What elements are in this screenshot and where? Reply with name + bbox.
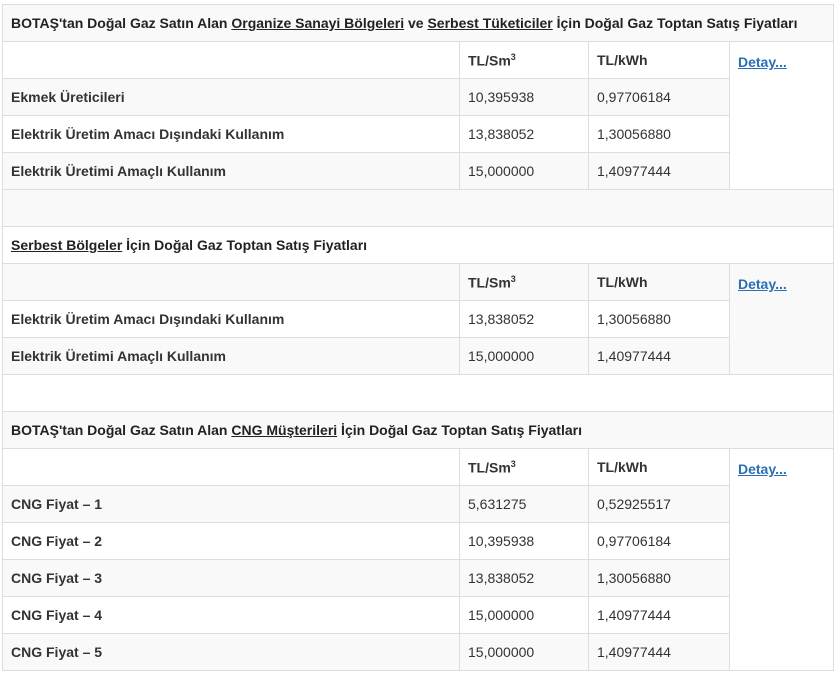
title-text: İçin Doğal Gaz Toptan Satış Fiyatları	[552, 15, 798, 31]
section-title-serbest-bolgeler: Serbest Bölgeler İçin Doğal Gaz Toptan S…	[1, 226, 835, 264]
category-cell: Elektrik Üretimi Amaçlı Kullanım	[2, 337, 460, 375]
sm3-price-cell: 15,000000	[459, 596, 589, 634]
column-header-row: TL/Sm3 TL/kWh Detay...	[2, 448, 835, 671]
title-text: BOTAŞ'tan Doğal Gaz Satın Alan	[11, 15, 232, 31]
category-cell: Elektrik Üretimi Amaçlı Kullanım	[2, 152, 460, 190]
category-cell: CNG Fiyat – 5	[2, 633, 460, 671]
empty-header-cell	[2, 263, 460, 301]
section-title-osb: BOTAŞ'tan Doğal Gaz Satın Alan Organize …	[1, 4, 835, 42]
price-table: BOTAŞ'tan Doğal Gaz Satın Alan Organize …	[1, 4, 835, 671]
title-text: ve	[404, 15, 428, 31]
kwh-price-cell: 1,40977444	[588, 152, 730, 190]
kwh-price-cell: 1,40977444	[588, 337, 730, 375]
table-row: CNG Fiyat – 5 15,000000 1,40977444	[2, 633, 834, 671]
sm3-price-cell: 15,000000	[459, 152, 589, 190]
kwh-price-cell: 0,97706184	[588, 78, 730, 116]
sm3-price-cell: 15,000000	[459, 633, 589, 671]
title-text: İçin Doğal Gaz Toptan Satış Fiyatları	[337, 422, 582, 438]
column-header-row: TL/Sm3 TL/kWh Detay...	[2, 41, 835, 190]
section-title-row: BOTAŞ'tan Doğal Gaz Satın Alan Organize …	[1, 4, 835, 42]
table-row: Elektrik Üretimi Amaçlı Kullanım 15,0000…	[2, 337, 834, 375]
kwh-price-cell: 1,40977444	[588, 633, 730, 671]
category-cell: CNG Fiyat – 1	[2, 485, 460, 523]
title-text: BOTAŞ'tan Doğal Gaz Satın Alan	[11, 422, 232, 438]
unit-sm3-header: TL/Sm3	[459, 263, 589, 301]
unit-sm3-header: TL/Sm3	[459, 448, 589, 486]
spacer-row	[1, 374, 835, 412]
sm3-price-cell: 15,000000	[459, 337, 589, 375]
section-title-cng: BOTAŞ'tan Doğal Gaz Satın Alan CNG Müşte…	[1, 411, 835, 449]
serbest-tuketiciler-link[interactable]: Serbest Tüketiciler	[427, 15, 552, 31]
table-row: Elektrik Üretimi Amaçlı Kullanım 15,0000…	[2, 152, 834, 190]
detail-cell: Detay...	[728, 41, 835, 190]
category-cell: Elektrik Üretim Amacı Dışındaki Kullanım	[2, 115, 460, 153]
table-row: CNG Fiyat – 2 10,395938 0,97706184	[2, 522, 834, 560]
title-text: İçin Doğal Gaz Toptan Satış Fiyatları	[122, 237, 368, 253]
table-row: CNG Fiyat – 4 15,000000 1,40977444	[2, 596, 834, 634]
table-row: Elektrik Üretim Amacı Dışındaki Kullanım…	[2, 115, 834, 153]
cng-musterileri-link[interactable]: CNG Müşterileri	[231, 422, 337, 438]
category-cell: CNG Fiyat – 4	[2, 596, 460, 634]
category-cell: CNG Fiyat – 3	[2, 559, 460, 597]
category-cell: Elektrik Üretim Amacı Dışındaki Kullanım	[2, 300, 460, 338]
empty-header-cell	[2, 448, 460, 486]
category-cell: Ekmek Üreticileri	[2, 78, 460, 116]
sm3-price-cell: 5,631275	[459, 485, 589, 523]
detail-link[interactable]: Detay...	[738, 54, 787, 70]
unit-kwh-header: TL/kWh	[588, 448, 730, 486]
section-title-row: Serbest Bölgeler İçin Doğal Gaz Toptan S…	[1, 226, 835, 264]
detail-link[interactable]: Detay...	[738, 461, 787, 477]
spacer-cell	[1, 374, 835, 412]
spacer-row	[1, 189, 835, 227]
detail-cell: Detay...	[728, 448, 835, 671]
empty-header-cell	[2, 41, 460, 79]
table-row: Elektrik Üretim Amacı Dışındaki Kullanım…	[2, 300, 834, 338]
kwh-price-cell: 0,97706184	[588, 522, 730, 560]
category-cell: CNG Fiyat – 2	[2, 522, 460, 560]
serbest-bolgeler-link[interactable]: Serbest Bölgeler	[11, 237, 122, 253]
sm3-price-cell: 10,395938	[459, 78, 589, 116]
table-row: CNG Fiyat – 1 5,631275 0,52925517	[2, 485, 834, 523]
detail-cell: Detay...	[728, 263, 835, 375]
osb-link[interactable]: Organize Sanayi Bölgeleri	[231, 15, 404, 31]
detail-link[interactable]: Detay...	[738, 276, 787, 292]
unit-kwh-header: TL/kWh	[588, 263, 730, 301]
kwh-price-cell: 1,30056880	[588, 115, 730, 153]
section-title-row: BOTAŞ'tan Doğal Gaz Satın Alan CNG Müşte…	[1, 411, 835, 449]
table-row: Ekmek Üreticileri 10,395938 0,97706184	[2, 78, 834, 116]
column-header-row: TL/Sm3 TL/kWh Detay...	[2, 263, 835, 375]
sm3-price-cell: 13,838052	[459, 559, 589, 597]
unit-sm3-header: TL/Sm3	[459, 41, 589, 79]
kwh-price-cell: 0,52925517	[588, 485, 730, 523]
spacer-cell	[1, 189, 835, 227]
kwh-price-cell: 1,30056880	[588, 559, 730, 597]
kwh-price-cell: 1,30056880	[588, 300, 730, 338]
sm3-price-cell: 10,395938	[459, 522, 589, 560]
kwh-price-cell: 1,40977444	[588, 596, 730, 634]
sm3-price-cell: 13,838052	[459, 300, 589, 338]
table-row: CNG Fiyat – 3 13,838052 1,30056880	[2, 559, 834, 597]
unit-kwh-header: TL/kWh	[588, 41, 730, 79]
sm3-price-cell: 13,838052	[459, 115, 589, 153]
